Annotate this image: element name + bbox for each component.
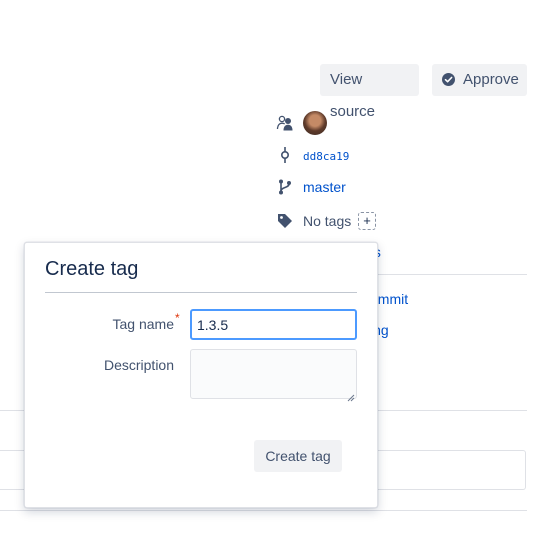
create-tag-dialog: Create tag Tag name * Description Create… xyxy=(24,242,378,508)
tag-icon xyxy=(276,212,294,230)
avatar[interactable] xyxy=(303,111,327,135)
dialog-divider xyxy=(45,292,357,293)
description-input[interactable] xyxy=(190,349,357,399)
tag-name-label: Tag name xyxy=(112,316,174,332)
approve-button[interactable]: Approve xyxy=(432,64,527,96)
branch-icon xyxy=(276,178,294,196)
commit-hash-link[interactable]: dd8ca19 xyxy=(303,150,349,163)
dialog-title: Create tag xyxy=(45,258,139,280)
tags-status: No tags xyxy=(303,213,352,229)
reviewers-icon xyxy=(276,114,294,132)
divider xyxy=(0,510,527,511)
view-source-label: View source xyxy=(330,71,376,120)
check-circle-icon xyxy=(442,73,455,86)
add-tag-button[interactable]: + xyxy=(358,212,376,230)
divider xyxy=(378,274,527,275)
tag-name-input[interactable] xyxy=(190,309,357,340)
required-marker: * xyxy=(175,311,180,325)
approve-label: Approve xyxy=(463,71,519,88)
view-source-button[interactable]: View source xyxy=(320,64,419,120)
description-label: Description xyxy=(103,357,174,373)
resize-handle-icon[interactable] xyxy=(347,389,355,402)
create-tag-button[interactable]: Create tag xyxy=(254,440,342,472)
commit-icon xyxy=(276,146,294,164)
branch-link[interactable]: master xyxy=(303,179,346,195)
